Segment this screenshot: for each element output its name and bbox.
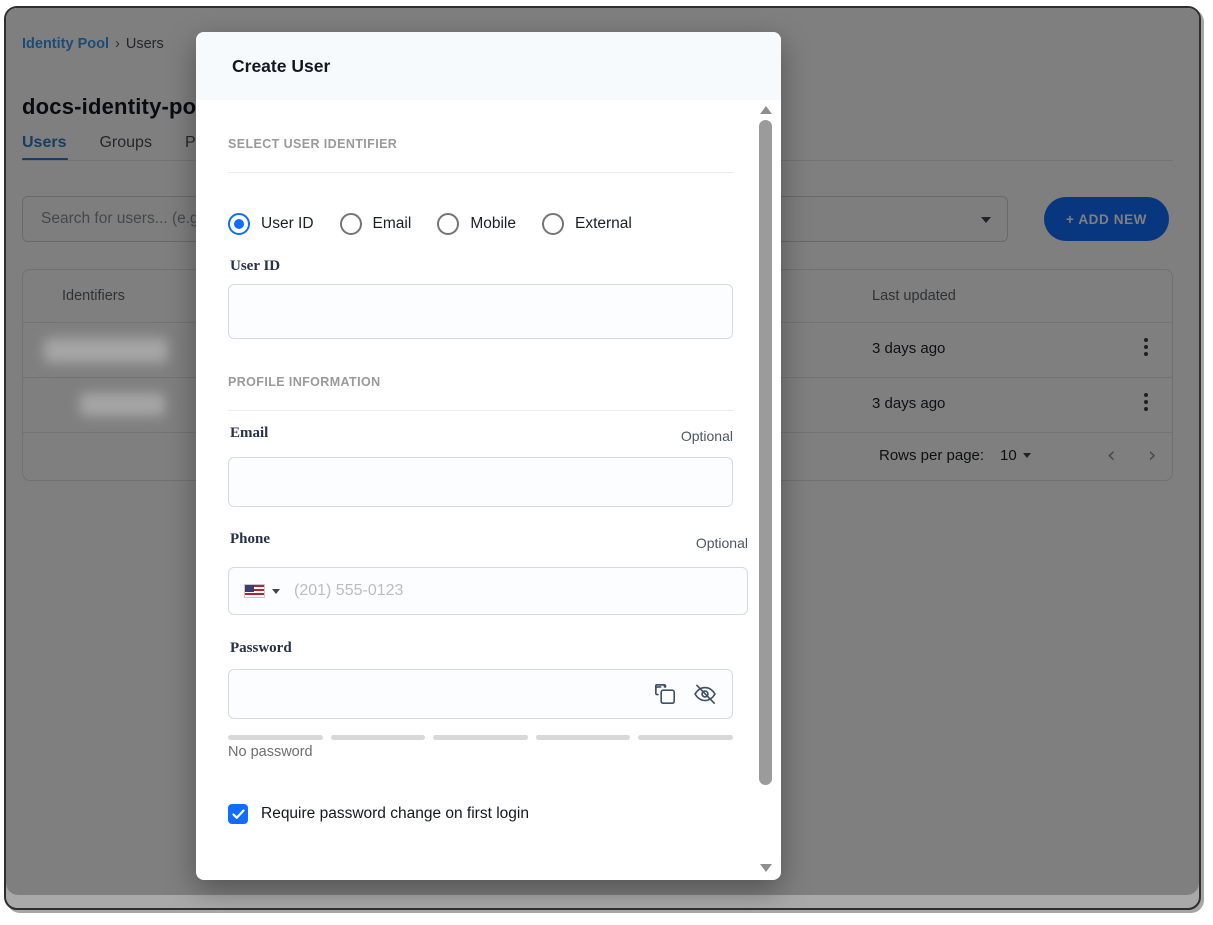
user-id-label: User ID [230,258,280,275]
section-profile-information: PROFILE INFORMATION [228,375,381,389]
section-select-user-identifier: SELECT USER IDENTIFIER [228,137,397,151]
radio-label: External [575,215,632,233]
redacted-identifier [44,338,168,363]
password-strength-meter [228,735,733,740]
check-icon [232,809,245,820]
scroll-up-icon[interactable] [760,106,772,114]
radio-label: Mobile [470,215,516,233]
require-password-change-row: Require password change on first login [228,804,529,824]
radio-label: Email [373,215,412,233]
browser-window: Identity Pool › Users docs-identity-pool… [4,6,1201,910]
require-password-change-checkbox[interactable] [228,804,248,824]
phone-placeholder: (201) 555-0123 [294,582,403,600]
scroll-down-icon[interactable] [760,864,772,872]
redacted-identifier [80,393,165,416]
radio-unselected-icon [437,213,459,235]
user-id-input[interactable] [228,284,733,339]
scrollbar-thumb[interactable] [759,120,772,785]
radio-user-id[interactable]: User ID [228,213,314,235]
email-input[interactable] [228,457,733,507]
section-divider [228,172,733,173]
copy-password-icon[interactable] [652,681,678,707]
radio-unselected-icon [340,213,362,235]
radio-label: User ID [261,215,314,233]
phone-optional-badge: Optional [228,535,748,551]
radio-mobile[interactable]: Mobile [437,213,516,235]
country-code-selector[interactable] [244,584,280,598]
password-label: Password [230,640,292,657]
radio-email[interactable]: Email [340,213,412,235]
password-input[interactable] [228,669,733,719]
password-strength-label: No password [228,744,313,760]
identifier-radio-group: User ID Email Mobile External [228,213,632,235]
phone-input[interactable]: (201) 555-0123 [228,567,748,615]
us-flag-icon [244,584,265,598]
modal-header: Create User [196,32,781,100]
screenshot-canvas: Identity Pool › Users docs-identity-pool… [0,0,1213,925]
radio-external[interactable]: External [542,213,632,235]
modal-scrollbar[interactable] [755,100,777,880]
email-optional-badge: Optional [228,428,733,444]
modal-title: Create User [232,56,330,77]
eye-off-icon[interactable] [692,681,718,707]
radio-unselected-icon [542,213,564,235]
flag-caret-down-icon [272,589,280,594]
create-user-modal: Create User SELECT USER IDENTIFIER User … [196,32,781,880]
radio-selected-icon [228,213,250,235]
section-divider [228,410,733,411]
require-password-change-label: Require password change on first login [261,805,529,823]
